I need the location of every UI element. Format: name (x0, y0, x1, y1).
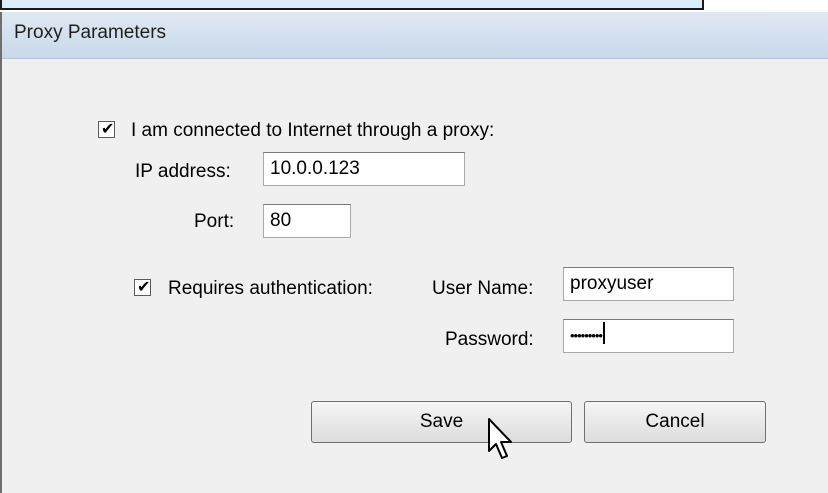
cancel-button[interactable]: Cancel (584, 401, 766, 443)
dialog-titlebar[interactable]: Proxy Parameters (2, 12, 828, 59)
password-input[interactable]: ••••••••• (563, 319, 734, 353)
password-mask: ••••••••• (570, 328, 603, 343)
port-input[interactable]: 80 (263, 204, 351, 238)
password-label: Password: (445, 329, 534, 350)
username-label: User Name: (432, 278, 534, 299)
save-button[interactable]: Save (311, 401, 572, 443)
mouse-pointer-icon (488, 418, 512, 459)
checkmark-icon: ✔ (101, 119, 115, 138)
checkmark-icon: ✔ (137, 277, 151, 296)
username-input[interactable]: proxyuser (563, 267, 734, 301)
use-proxy-checkbox[interactable]: ✔ (98, 119, 115, 138)
requires-authentication-label[interactable]: Requires authentication: (168, 278, 373, 300)
dialog-title: Proxy Parameters (14, 22, 167, 43)
requires-authentication-checkbox[interactable]: ✔ (134, 277, 151, 296)
dialog-client-area: ✔ I am connected to Internet through a p… (2, 59, 828, 493)
background-window-edge (0, 0, 704, 10)
text-caret (602, 322, 605, 344)
ip-address-label: IP address: (135, 161, 231, 182)
proxy-parameters-dialog: Proxy Parameters ✔ I am connected to Int… (0, 12, 828, 493)
ip-address-input[interactable]: 10.0.0.123 (263, 152, 465, 186)
port-label: Port: (194, 211, 235, 232)
use-proxy-label[interactable]: I am connected to Internet through a pro… (131, 120, 494, 142)
